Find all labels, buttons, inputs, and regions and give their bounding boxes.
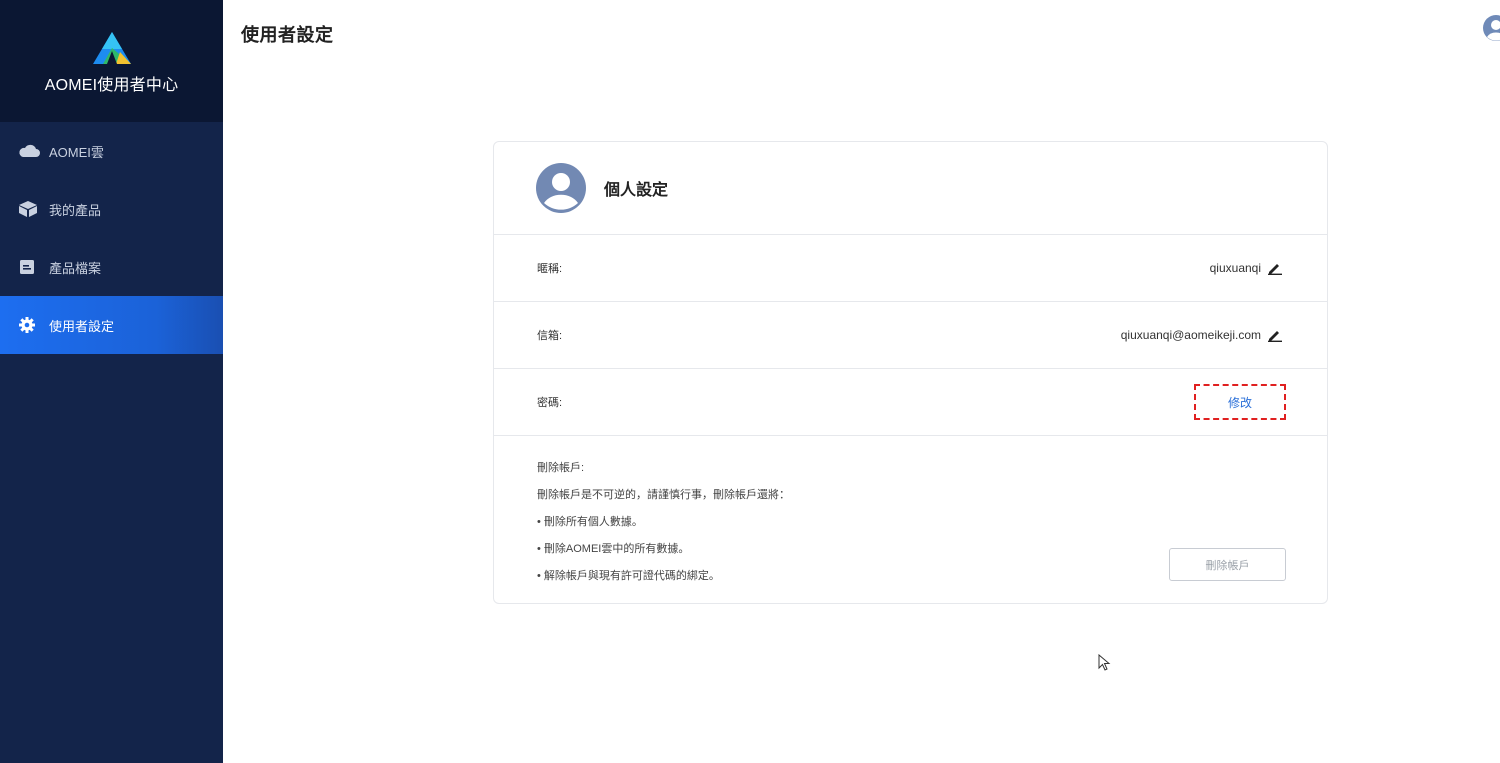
- card-header: 個人設定: [494, 142, 1327, 235]
- sidebar-item-user-settings[interactable]: 使用者設定: [0, 296, 223, 354]
- avatar-icon: [536, 163, 586, 213]
- cloud-icon: [18, 142, 40, 160]
- personal-settings-card: 個人設定 暱稱: qiuxuanqi 信箱: qiuxuanqi@aomeike…: [493, 141, 1328, 604]
- email-label: 信箱:: [537, 330, 563, 342]
- delete-item: • 刪除所有個人數據。: [537, 516, 643, 528]
- sidebar-item-aomei-cloud[interactable]: AOMEI雲: [0, 122, 223, 180]
- sidebar-nav: AOMEI雲 我的產品 產品檔案 使用者設定: [0, 122, 223, 354]
- gear-icon: [18, 316, 40, 334]
- delete-account-button[interactable]: 刪除帳戶: [1169, 548, 1286, 581]
- card-title: 個人設定: [604, 182, 669, 199]
- aomei-logo-icon: [92, 32, 131, 64]
- nickname-value: qiuxuanqi: [1209, 261, 1261, 275]
- email-value: qiuxuanqi@aomeikeji.com: [1120, 328, 1261, 342]
- delete-warning: 刪除帳戶是不可逆的，請謹慎行事，刪除帳戶還將：: [537, 489, 790, 501]
- password-label: 密碼:: [537, 397, 563, 409]
- edit-nickname-icon[interactable]: [1267, 261, 1283, 275]
- sidebar-item-label: 我的產品: [49, 202, 102, 218]
- sidebar-item-label: 使用者設定: [49, 318, 115, 334]
- page-title: 使用者設定: [241, 25, 334, 45]
- nickname-value-group: qiuxuanqi: [1210, 261, 1283, 275]
- delete-account-section: 刪除帳戶: 刪除帳戶是不可逆的，請謹慎行事，刪除帳戶還將： • 刪除所有個人數據…: [494, 436, 1327, 583]
- password-row: 密碼: 修改: [494, 369, 1327, 436]
- sidebar-item-label: AOMEI雲: [49, 144, 104, 160]
- brand-name: AOMEI使用者中心: [44, 77, 179, 94]
- sidebar-item-label: 產品檔案: [49, 260, 102, 276]
- sidebar-item-my-products[interactable]: 我的產品: [0, 180, 223, 238]
- file-icon: [18, 258, 40, 276]
- mouse-cursor-icon: [1098, 654, 1111, 671]
- brand: AOMEI使用者中心: [0, 0, 223, 122]
- sidebar: AOMEI使用者中心 AOMEI雲 我的產品 產品檔案 使用者設定: [0, 0, 223, 763]
- email-row: 信箱: qiuxuanqi@aomeikeji.com: [494, 302, 1327, 369]
- box-icon: [18, 200, 40, 218]
- delete-heading: 刪除帳戶:: [537, 462, 585, 474]
- user-avatar-icon[interactable]: [1482, 14, 1500, 42]
- email-value-group: qiuxuanqi@aomeikeji.com: [1121, 328, 1283, 342]
- nickname-row: 暱稱: qiuxuanqi: [494, 235, 1327, 302]
- modify-password-button[interactable]: 修改: [1194, 384, 1286, 420]
- edit-email-icon[interactable]: [1267, 328, 1283, 342]
- sidebar-item-product-files[interactable]: 產品檔案: [0, 238, 223, 296]
- nickname-label: 暱稱:: [537, 263, 563, 275]
